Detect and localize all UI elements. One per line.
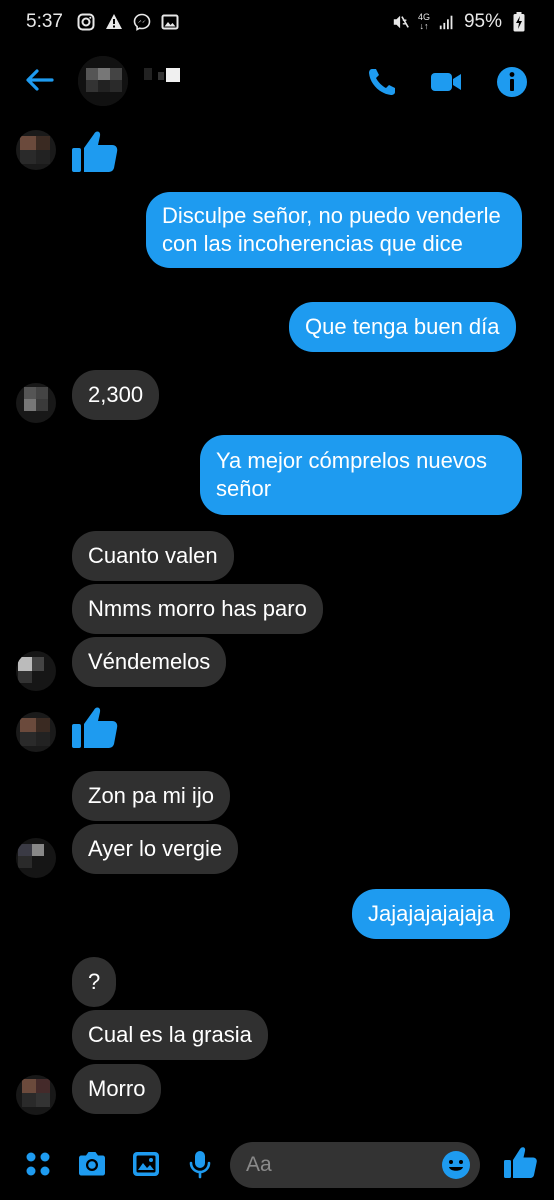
message-text: Ayer lo vergie — [88, 836, 223, 861]
thumbs-up-sticker-icon — [72, 707, 118, 748]
status-time: 5:37 — [26, 11, 63, 32]
instagram-icon — [77, 13, 95, 31]
message-text: Zon pa mi ijo — [88, 783, 214, 808]
message-text: Disculpe señor, no puedo venderle con la… — [162, 203, 501, 256]
message-bubble-incoming[interactable]: Nmms morro has paro — [72, 584, 323, 634]
battery-charging-icon — [510, 12, 528, 32]
sender-avatar[interactable] — [16, 1075, 56, 1115]
emoji-icon[interactable] — [440, 1149, 472, 1181]
apps-icon[interactable] — [22, 1148, 54, 1180]
message-bubble-incoming[interactable]: ? — [72, 957, 117, 1007]
sender-avatar[interactable] — [16, 651, 56, 691]
message-text: Véndemelos — [88, 649, 211, 674]
sender-avatar[interactable] — [16, 712, 56, 752]
thumbs-up-icon[interactable] — [502, 1144, 538, 1180]
video-camera-icon[interactable] — [428, 64, 464, 100]
input-placeholder: Aa — [246, 1153, 272, 1176]
message-bubble-incoming[interactable]: Cuanto valen — [72, 531, 234, 581]
status-bar: 5:37 4G ↓↑ 95% — [0, 0, 554, 44]
message-bubble-incoming[interactable]: Ayer lo vergie — [72, 824, 239, 874]
network-indicator: 4G ↓↑ — [417, 12, 430, 31]
message-input[interactable]: Aa — [230, 1142, 480, 1188]
mute-icon — [392, 13, 410, 31]
sender-avatar[interactable] — [16, 838, 56, 878]
warning-icon — [105, 13, 123, 31]
signal-icon — [438, 13, 456, 31]
conversation-header — [0, 48, 554, 112]
microphone-icon[interactable] — [184, 1148, 216, 1180]
image-icon — [161, 13, 179, 31]
message-text: Morro — [88, 1076, 146, 1101]
message-composer: Aa — [0, 1138, 554, 1194]
message-text: Cual es la grasia — [88, 1022, 252, 1047]
arrow-left-icon[interactable] — [22, 62, 58, 98]
contact-name-redacted[interactable] — [144, 64, 184, 82]
battery-percent: 95% — [463, 11, 502, 32]
message-text: 2,300 — [88, 382, 144, 407]
message-bubble-incoming[interactable]: Morro — [72, 1064, 162, 1114]
info-icon[interactable] — [494, 64, 530, 100]
sender-avatar[interactable] — [16, 383, 56, 423]
message-bubble-incoming[interactable]: Zon pa mi ijo — [72, 771, 230, 821]
message-text: Que tenga buen día — [305, 314, 500, 339]
message-text: Ya mejor cómprelos nuevos señor — [216, 448, 488, 501]
message-bubble-incoming[interactable]: 2,300 — [72, 370, 160, 420]
camera-icon[interactable] — [76, 1148, 108, 1180]
sender-avatar[interactable] — [16, 130, 56, 170]
messenger-icon — [133, 13, 151, 31]
message-bubble-outgoing[interactable]: Disculpe señor, no puedo venderle con la… — [146, 192, 522, 268]
message-bubble-outgoing[interactable]: Ya mejor cómprelos nuevos señor — [200, 435, 522, 515]
message-text: Nmms morro has paro — [88, 596, 307, 621]
contact-avatar[interactable] — [78, 56, 128, 106]
message-text: ? — [88, 969, 101, 994]
message-bubble-outgoing[interactable]: Jajajajajajaja — [352, 889, 510, 939]
message-text: Cuanto valen — [88, 543, 218, 568]
message-bubble-outgoing[interactable]: Que tenga buen día — [289, 302, 516, 352]
gallery-icon[interactable] — [130, 1148, 162, 1180]
message-bubble-incoming[interactable]: Cual es la grasia — [72, 1010, 268, 1060]
message-bubble-incoming[interactable]: Véndemelos — [72, 637, 227, 687]
phone-icon[interactable] — [364, 64, 400, 100]
message-text: Jajajajajajaja — [368, 901, 494, 926]
thumbs-up-sticker-icon — [72, 131, 118, 172]
